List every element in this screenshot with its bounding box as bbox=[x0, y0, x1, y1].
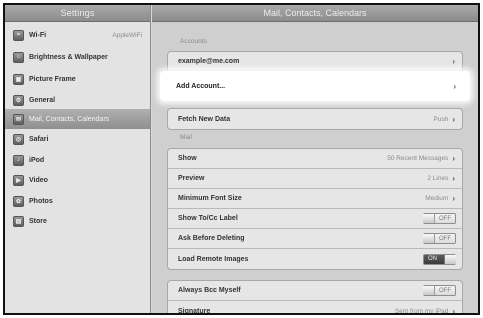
signature-row[interactable]: Signature Sent from my iPad › bbox=[168, 301, 462, 315]
wifi-icon: ≈ bbox=[13, 29, 24, 41]
sidebar-item-label: Safari bbox=[29, 135, 49, 143]
chevron-right-icon: › bbox=[452, 154, 455, 163]
bcc-toggle[interactable]: OFF bbox=[423, 285, 456, 296]
sidebar-item-safari[interactable]: ◎ Safari bbox=[5, 129, 150, 149]
account-row[interactable]: example@me.com › bbox=[168, 52, 462, 72]
load-remote-images-row: Load Remote Images ON bbox=[168, 249, 462, 269]
mail-section-label: Mail bbox=[180, 134, 192, 141]
fetch-group: Fetch New Data Push › bbox=[167, 108, 463, 130]
fetch-label: Fetch New Data bbox=[178, 115, 231, 123]
wifi-network-value: AppleWiFi bbox=[112, 31, 142, 39]
mail-settings-group: Show 50 Recent Messages › Preview 2 Line… bbox=[167, 148, 463, 270]
chevron-right-icon: › bbox=[452, 174, 455, 183]
sidebar-item-photos[interactable]: ✿ Photos bbox=[5, 191, 150, 211]
sidebar-item-store[interactable]: ▤ Store bbox=[5, 211, 150, 231]
sidebar-item-label: Store bbox=[29, 217, 47, 225]
chevron-right-icon: › bbox=[452, 57, 455, 66]
show-row[interactable]: Show 50 Recent Messages › bbox=[168, 149, 462, 169]
sidebar-item-label: Brightness & Wallpaper bbox=[29, 53, 108, 61]
load-images-label: Load Remote Images bbox=[178, 255, 249, 263]
brightness-icon: ☼ bbox=[13, 51, 24, 63]
fetch-new-data-row[interactable]: Fetch New Data Push › bbox=[168, 109, 462, 129]
signature-value: Sent from my iPad bbox=[394, 307, 449, 315]
sidebar-item-label: Video bbox=[29, 176, 48, 184]
safari-icon: ◎ bbox=[13, 133, 24, 145]
show-to-cc-row: Show To/Cc Label OFF bbox=[168, 209, 462, 229]
add-account-label: Add Account... bbox=[176, 82, 226, 90]
load-images-toggle[interactable]: ON bbox=[423, 253, 456, 265]
sidebar-item-label: iPod bbox=[29, 156, 45, 164]
accounts-section-label: Accounts bbox=[180, 38, 207, 45]
toggle-state: OFF bbox=[439, 287, 451, 294]
sidebar-item-label: Picture Frame bbox=[29, 75, 76, 83]
sidebar-item-label: Mail, Contacts, Calendars bbox=[29, 115, 110, 123]
minimum-font-size-row[interactable]: Minimum Font Size Medium › bbox=[168, 189, 462, 209]
min-font-label: Minimum Font Size bbox=[178, 195, 242, 202]
compose-group: Always Bcc Myself OFF Signature Sent fro… bbox=[167, 280, 463, 315]
sidebar-item-label: Wi-Fi bbox=[29, 31, 47, 39]
preview-label: Preview bbox=[178, 175, 205, 182]
signature-label: Signature bbox=[178, 307, 211, 315]
sidebar-item-label: Photos bbox=[29, 197, 53, 205]
show-label: Show bbox=[178, 155, 197, 162]
chevron-right-icon: › bbox=[452, 114, 455, 124]
toggle-state: OFF bbox=[439, 235, 451, 242]
tocc-label: Show To/Cc Label bbox=[178, 215, 238, 222]
min-font-value: Medium bbox=[425, 195, 449, 202]
sidebar-item-label: General bbox=[29, 96, 56, 104]
always-bcc-row: Always Bcc Myself OFF bbox=[168, 281, 462, 301]
sidebar-item-ipod[interactable]: ♪ iPod bbox=[5, 150, 150, 170]
preview-row[interactable]: Preview 2 Lines › bbox=[168, 169, 462, 189]
settings-sidebar: Settings ≈ Wi-Fi AppleWiFi ☼ Brightness … bbox=[5, 5, 151, 313]
ask-delete-toggle[interactable]: OFF bbox=[423, 233, 456, 244]
photos-icon: ✿ bbox=[13, 195, 24, 207]
chevron-right-icon: › bbox=[452, 194, 455, 203]
chevron-right-icon: › bbox=[452, 306, 455, 315]
sidebar-item-video[interactable]: ▶ Video bbox=[5, 170, 150, 190]
preview-value: 2 Lines bbox=[427, 175, 449, 182]
account-email: example@me.com bbox=[178, 58, 240, 65]
tocc-toggle[interactable]: OFF bbox=[423, 213, 456, 224]
store-icon: ▤ bbox=[13, 215, 24, 227]
ipad-screen: Settings ≈ Wi-Fi AppleWiFi ☼ Brightness … bbox=[3, 3, 480, 315]
fetch-value: Push bbox=[433, 115, 449, 123]
add-account-button[interactable]: Add Account... › bbox=[160, 71, 470, 101]
ipod-icon: ♪ bbox=[13, 154, 24, 166]
gear-icon: ⚙ bbox=[13, 94, 24, 106]
picture-frame-icon: ▣ bbox=[13, 73, 24, 85]
sidebar-title: Settings bbox=[5, 5, 150, 22]
toggle-state: ON bbox=[428, 256, 437, 262]
chevron-right-icon: › bbox=[453, 81, 456, 91]
page-title: Mail, Contacts, Calendars bbox=[152, 5, 478, 22]
sidebar-item-general[interactable]: ⚙ General bbox=[5, 90, 150, 110]
sidebar-item-brightness[interactable]: ☼ Brightness & Wallpaper bbox=[5, 47, 150, 67]
sidebar-item-mail-contacts-calendars[interactable]: ✉ Mail, Contacts, Calendars bbox=[5, 109, 150, 129]
show-value: 50 Recent Messages bbox=[387, 155, 449, 162]
ask-before-deleting-row: Ask Before Deleting OFF bbox=[168, 229, 462, 249]
sidebar-item-wifi[interactable]: ≈ Wi-Fi AppleWiFi bbox=[5, 25, 150, 45]
toggle-state: OFF bbox=[439, 215, 451, 222]
mail-icon: ✉ bbox=[13, 113, 24, 125]
bcc-label: Always Bcc Myself bbox=[178, 287, 241, 294]
detail-pane: Mail, Contacts, Calendars Accounts examp… bbox=[152, 5, 478, 313]
video-icon: ▶ bbox=[13, 174, 24, 186]
sidebar-item-picture-frame[interactable]: ▣ Picture Frame bbox=[5, 69, 150, 89]
ask-delete-label: Ask Before Deleting bbox=[178, 235, 245, 242]
